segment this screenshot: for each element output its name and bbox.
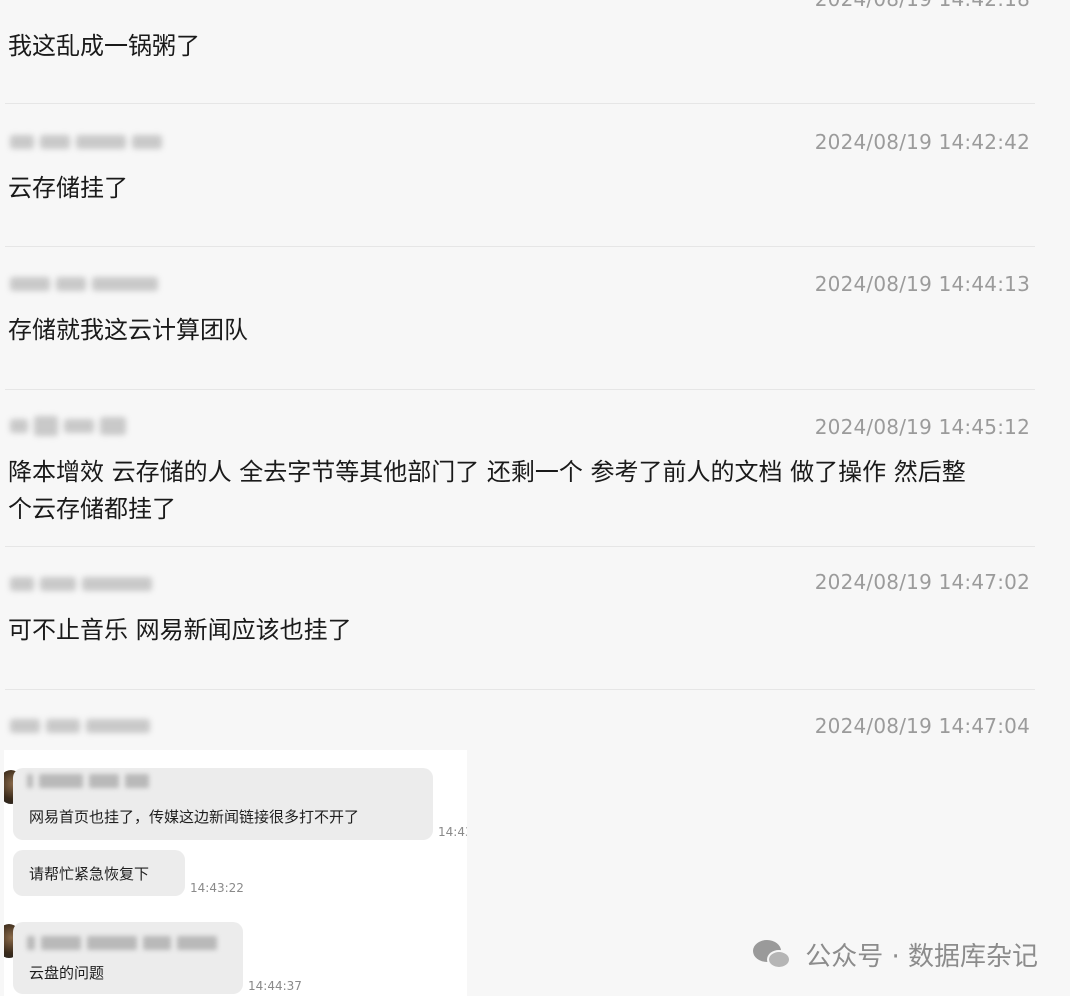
message-text: 云存储挂了	[8, 174, 128, 202]
sender-name-redacted	[27, 936, 217, 950]
wechat-icon	[751, 936, 795, 972]
message-text: 可不止音乐 网易新闻应该也挂了	[8, 616, 352, 644]
message-text: 我这乱成一锅粥了	[8, 32, 200, 60]
message-text-line: 降本增效 云存储的人 全去字节等其他部门了 还剩一个 参考了前人的文档 做了操作…	[8, 458, 966, 486]
chat-bubble-text: 网易首页也挂了，传媒这边新闻链接很多打不开了	[29, 808, 360, 826]
chat-bubble: 请帮忙紧急恢复下	[13, 850, 185, 896]
sender-name-redacted	[10, 274, 158, 294]
chat-timestamp: 14:43:22	[190, 881, 244, 895]
embedded-chat-screenshot: 网易首页也挂了，传媒这边新闻链接很多打不开了 14:43 请帮忙紧急恢复下 14…	[4, 750, 467, 996]
message-text-line: 个云存储都挂了	[8, 495, 176, 523]
divider	[5, 103, 1035, 104]
chat-bubble-text: 云盘的问题	[29, 964, 105, 982]
message-time: 2024/08/19 14:44:13	[814, 272, 1030, 296]
watermark-text: 公众号 · 数据库杂记	[805, 941, 1038, 972]
sender-name-redacted	[10, 132, 162, 152]
message-time: 2024/08/19 14:47:04	[814, 714, 1030, 738]
sender-name-redacted	[10, 716, 150, 736]
divider	[5, 389, 1035, 390]
divider	[5, 689, 1035, 690]
message-time: 2024/08/19 14:47:02	[814, 570, 1030, 594]
chat-timestamp: 14:43	[438, 825, 467, 839]
chat-bubble: 网易首页也挂了，传媒这边新闻链接很多打不开了	[13, 768, 433, 840]
divider	[5, 246, 1035, 247]
chat-bubble-text: 请帮忙紧急恢复下	[29, 865, 150, 883]
message-time: 2024/08/19 14:45:12	[814, 415, 1030, 439]
message-text: 降本增效 云存储的人 全去字节等其他部门了 还剩一个 参考了前人的文档 做了操作…	[8, 454, 1028, 528]
message-text: 存储就我这云计算团队	[8, 316, 248, 344]
sender-name-redacted	[10, 416, 126, 436]
message-time: 2024/08/19 14:42:42	[814, 130, 1030, 154]
chat-timestamp: 14:44:37	[248, 979, 302, 993]
chat-bubble: 云盘的问题	[13, 922, 243, 994]
sender-name-redacted	[27, 774, 149, 788]
wechat-watermark: 公众号 · 数据库杂记	[751, 934, 1038, 974]
divider	[5, 546, 1035, 547]
sender-name-redacted	[10, 574, 152, 594]
message-time: 2024/08/19 14:42:18	[815, 0, 1030, 11]
